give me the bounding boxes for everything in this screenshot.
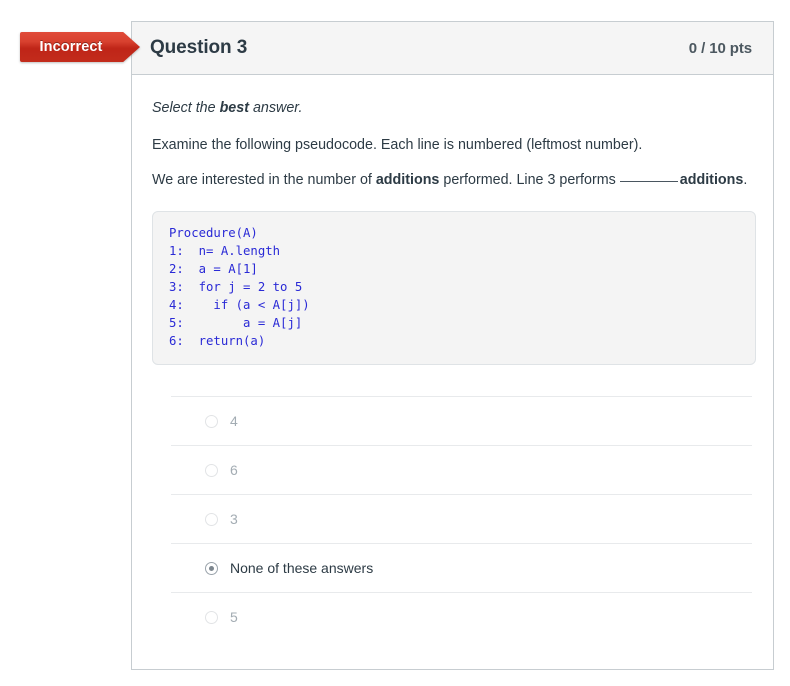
radio-unselected-icon[interactable]: [205, 610, 218, 624]
pseudocode-block: Procedure(A) 1: n= A.length 2: a = A[1] …: [152, 210, 756, 366]
answer-option[interactable]: None of these answers: [171, 543, 752, 592]
answer-option-label: 6: [230, 462, 238, 479]
question-card: Question 3 0 / 10 pts Select the best an…: [131, 21, 774, 670]
question-paragraph-2: Examine the following pseudocode. Each l…: [152, 136, 643, 153]
paragraph3-emphasis-2: additions: [679, 172, 744, 189]
radio-unselected-icon[interactable]: [205, 512, 218, 526]
radio-unselected-icon[interactable]: [205, 463, 218, 477]
answer-option-label: 3: [230, 511, 238, 528]
answer-option[interactable]: 3: [171, 494, 752, 543]
answer-option-label: None of these answers: [230, 560, 374, 577]
paragraph3-part2: performed. Line 3 performs: [439, 172, 616, 189]
instruction-suffix: answer.: [248, 100, 303, 116]
answer-option[interactable]: 5: [171, 592, 752, 641]
pseudocode-heading: Procedure(A): [169, 225, 258, 240]
answer-option-label: 4: [230, 413, 238, 430]
question-instruction: Select the best answer.: [152, 97, 752, 120]
radio-selected-icon[interactable]: [205, 561, 218, 575]
pseudocode-body: 1: n= A.length 2: a = A[1] 3: for j = 2 …: [169, 243, 310, 349]
answer-option[interactable]: 4: [171, 396, 752, 445]
paragraph3-part3: .: [743, 172, 748, 189]
answer-option-label: 5: [230, 609, 238, 626]
question-body: Select the best answer. Examine the foll…: [132, 75, 773, 641]
instruction-emphasis: best: [219, 100, 249, 116]
answer-option[interactable]: 6: [171, 445, 752, 494]
question-header: Question 3 0 / 10 pts: [132, 22, 773, 75]
paragraph3-emphasis-1: additions: [375, 172, 440, 189]
incorrect-status-flag: Incorrect: [20, 32, 140, 62]
blank-answer-line: [619, 181, 678, 183]
flag-label: Incorrect: [39, 39, 103, 55]
paragraph3-part1: We are interested in the number of: [152, 172, 376, 189]
instruction-prefix: Select the: [152, 100, 220, 116]
answer-options-list: 4 6 3 None of these answers 5: [152, 396, 752, 641]
points-badge: 0 / 10 pts: [688, 39, 752, 57]
page-title: Question 3: [150, 37, 248, 58]
radio-unselected-icon[interactable]: [205, 414, 218, 428]
question-paragraph-3: We are interested in the number of addit…: [152, 169, 752, 192]
